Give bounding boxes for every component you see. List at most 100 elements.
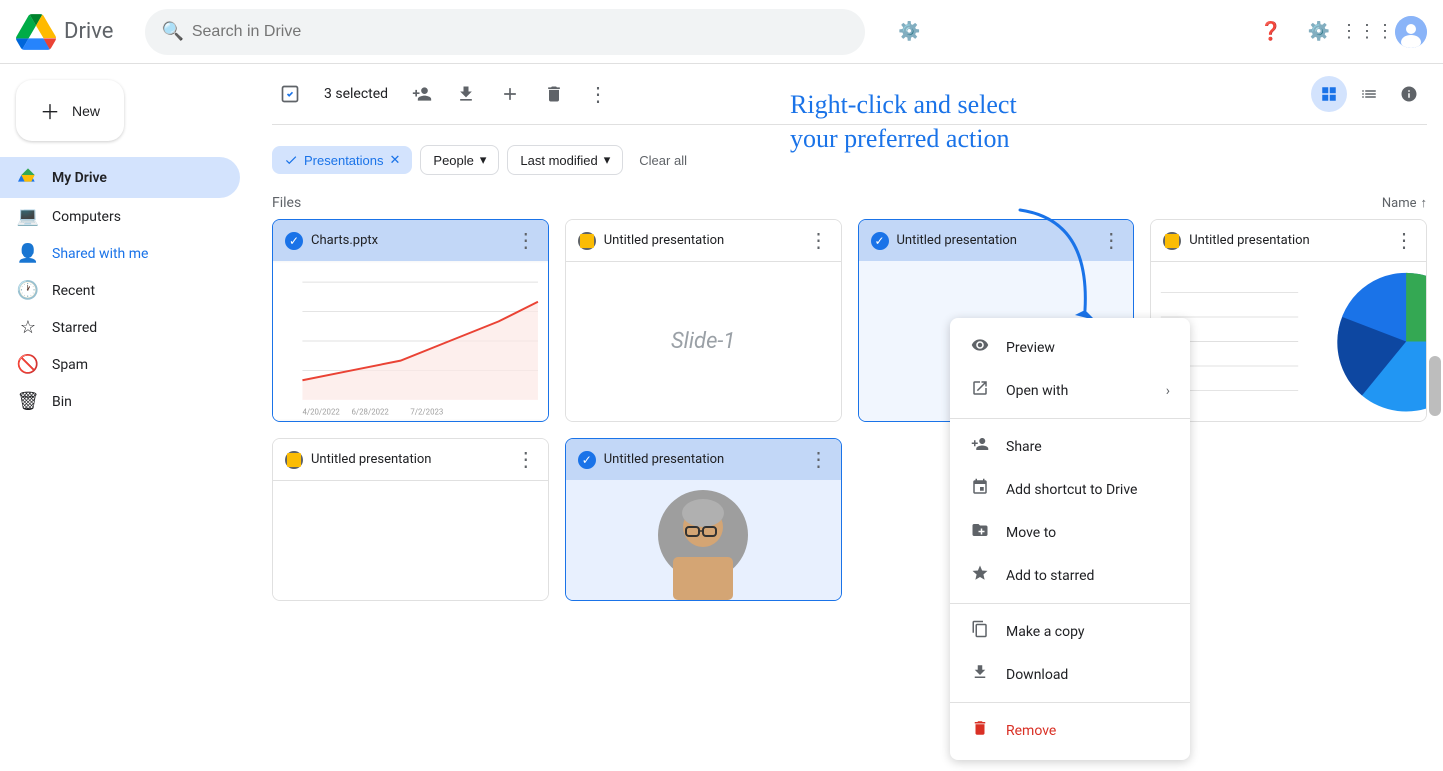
menu-item-move-to[interactable]: Move to: [950, 511, 1190, 554]
toolbar: 3 selected ⋮: [272, 64, 1427, 125]
layout: ＋ New My Drive 💻 Computers 👤 Shared with…: [0, 0, 1443, 771]
sidebar-item-label: Computers: [52, 209, 121, 225]
menu-item-remove[interactable]: Remove: [950, 709, 1190, 752]
sidebar-item-label: Bin: [52, 394, 72, 410]
file-more-button-6[interactable]: ⋮: [809, 447, 829, 472]
file-checkbox-3[interactable]: ✓: [871, 232, 889, 250]
download-toolbar-button[interactable]: [448, 76, 484, 112]
menu-item-open-with[interactable]: Open with ›: [950, 369, 1190, 412]
sort-control[interactable]: Name ↑: [1382, 195, 1427, 211]
menu-item-make-copy[interactable]: Make a copy: [950, 610, 1190, 653]
list-view-button[interactable]: [1351, 76, 1387, 112]
new-button[interactable]: ＋ New: [16, 80, 124, 141]
file-checkbox-5[interactable]: [285, 451, 303, 469]
file-card-2[interactable]: Untitled presentation ⋮ Slide-1: [565, 219, 842, 422]
grid-view-button[interactable]: [1311, 76, 1347, 112]
open-with-arrow-icon: ›: [1166, 383, 1170, 399]
files-grid-row2: Untitled presentation ⋮ ✓ Untitled prese…: [272, 438, 1427, 617]
file-checkbox-6[interactable]: ✓: [578, 451, 596, 469]
shortcut-icon: [970, 478, 990, 501]
people-filter[interactable]: People ▾: [420, 145, 499, 175]
sidebar-item-my-drive[interactable]: My Drive: [0, 157, 240, 198]
preview-label: Preview: [1006, 340, 1055, 356]
add-shortcut-label: Add shortcut to Drive: [1006, 482, 1137, 498]
recent-icon: 🕐: [16, 280, 40, 301]
starred-icon: ☆: [16, 317, 40, 338]
file-name-1: Charts.pptx: [311, 233, 508, 248]
file-checkbox-4[interactable]: [1163, 232, 1181, 250]
sidebar-item-spam[interactable]: 🚫 Spam: [0, 346, 240, 383]
last-modified-label: Last modified: [520, 153, 597, 168]
close-filter-icon: ✕: [390, 152, 401, 168]
file-card-4[interactable]: Untitled presentation ⋮: [1150, 219, 1427, 422]
shared-icon: 👤: [16, 243, 40, 264]
last-modified-filter[interactable]: Last modified ▾: [507, 145, 623, 175]
menu-item-add-shortcut[interactable]: Add shortcut to Drive: [950, 468, 1190, 511]
sidebar-item-label: Starred: [52, 320, 97, 336]
file-thumbnail-4: [1151, 261, 1426, 421]
file-checkbox-1[interactable]: ✓: [285, 232, 303, 250]
presentations-filter[interactable]: Presentations ✕: [272, 146, 412, 174]
file-card-charts[interactable]: ✓ Charts.pptx ⋮: [272, 219, 549, 422]
sidebar-item-computers[interactable]: 💻 Computers: [0, 198, 240, 235]
file-more-button-3[interactable]: ⋮: [1101, 228, 1121, 253]
file-more-button-2[interactable]: ⋮: [809, 228, 829, 253]
make-copy-label: Make a copy: [1006, 624, 1085, 640]
file-checkbox-2[interactable]: [578, 232, 596, 250]
remove-icon: [970, 719, 990, 742]
spam-icon: 🚫: [16, 354, 40, 375]
add-starred-label: Add to starred: [1006, 568, 1094, 584]
open-with-label: Open with: [1006, 383, 1068, 399]
filters-row: Presentations ✕ People ▾ Last modified ▾…: [272, 137, 1427, 187]
my-drive-icon: [16, 165, 40, 190]
presentations-label: Presentations: [304, 153, 384, 168]
search-input[interactable]: [192, 23, 850, 41]
menu-item-share[interactable]: Share: [950, 425, 1190, 468]
file-card-6[interactable]: ✓ Untitled presentation ⋮: [565, 438, 842, 601]
file-name-6: Untitled presentation: [604, 452, 801, 467]
apps-icon[interactable]: ⋮⋮⋮: [1347, 12, 1387, 52]
file-more-button-5[interactable]: ⋮: [516, 447, 536, 472]
upload-button[interactable]: [492, 76, 528, 112]
delete-toolbar-button[interactable]: [536, 76, 572, 112]
scrollbar-thumb[interactable]: [1429, 356, 1441, 416]
settings-icon[interactable]: ⚙️: [1299, 12, 1339, 52]
context-menu: Preview Open with › Share Add shortcut t…: [950, 318, 1190, 760]
svg-text:7/2/2023: 7/2/2023: [410, 408, 443, 417]
sidebar-item-recent[interactable]: 🕐 Recent: [0, 272, 240, 309]
clear-all-button[interactable]: Clear all: [631, 147, 695, 174]
svg-text:4/20/2022: 4/20/2022: [302, 408, 340, 417]
info-button[interactable]: [1391, 76, 1427, 112]
svg-text:6/28/2022: 6/28/2022: [352, 408, 390, 417]
sort-arrow-icon: ↑: [1421, 195, 1428, 211]
more-toolbar-button[interactable]: ⋮: [580, 76, 616, 112]
star-icon: [970, 564, 990, 587]
menu-item-download[interactable]: Download: [950, 653, 1190, 696]
sidebar-item-starred[interactable]: ☆ Starred: [0, 309, 240, 346]
sidebar-item-bin[interactable]: 🗑 Bin: [0, 383, 240, 420]
file-thumbnail-6: [566, 480, 841, 600]
file-more-button-1[interactable]: ⋮: [516, 228, 536, 253]
file-card-5[interactable]: Untitled presentation ⋮: [272, 438, 549, 601]
file-more-button-4[interactable]: ⋮: [1394, 228, 1414, 253]
search-bar[interactable]: 🔍: [145, 9, 865, 55]
menu-item-add-starred[interactable]: Add to starred: [950, 554, 1190, 597]
sidebar-item-label: Recent: [52, 283, 95, 299]
help-icon[interactable]: ❓: [1251, 12, 1291, 52]
move-icon: [970, 521, 990, 544]
preview-icon: [970, 336, 990, 359]
sidebar-item-shared[interactable]: 👤 Shared with me: [0, 235, 240, 272]
sidebar-item-label: My Drive: [52, 170, 107, 186]
new-button-label: New: [72, 103, 100, 119]
filter-icon[interactable]: ⚙️: [889, 12, 929, 52]
menu-item-preview[interactable]: Preview: [950, 326, 1190, 369]
files-label: Files: [272, 195, 301, 211]
add-person-button[interactable]: [404, 76, 440, 112]
file-name-4: Untitled presentation: [1189, 233, 1386, 248]
select-all-button[interactable]: [272, 76, 308, 112]
share-label: Share: [1006, 439, 1042, 455]
file-name-3: Untitled presentation: [897, 233, 1094, 248]
header-actions: ❓ ⚙️ ⋮⋮⋮: [1251, 12, 1427, 52]
avatar[interactable]: [1395, 16, 1427, 48]
drive-logo-icon: [16, 12, 56, 52]
